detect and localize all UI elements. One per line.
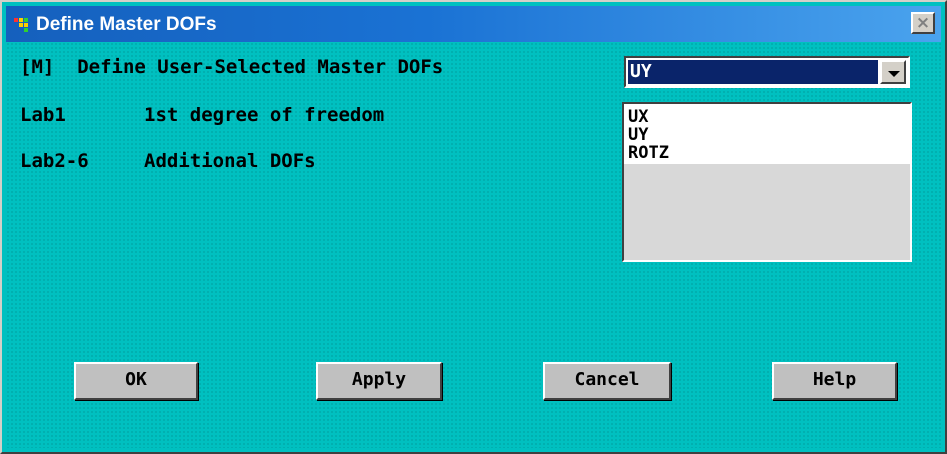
close-button[interactable]: × xyxy=(911,12,935,34)
help-button[interactable]: Help xyxy=(772,362,897,400)
title-bar[interactable]: Define Master DOFs × xyxy=(6,6,941,42)
lab1-dropdown[interactable]: UY xyxy=(624,56,910,88)
lab2-description: Additional DOFs xyxy=(144,150,316,172)
ansys-app-icon xyxy=(14,16,32,32)
close-icon: × xyxy=(915,13,931,33)
lab1-label: Lab1 xyxy=(20,104,66,126)
additional-dofs-listbox[interactable]: UX UY ROTZ xyxy=(622,102,912,262)
lab2-label: Lab2-6 xyxy=(20,150,89,172)
chevron-down-icon[interactable] xyxy=(880,60,906,84)
dialog-title: Define Master DOFs xyxy=(36,14,217,35)
define-master-dofs-dialog: Define Master DOFs × [M] Define User-Sel… xyxy=(0,0,947,454)
cancel-button[interactable]: Cancel xyxy=(543,362,671,400)
lab1-selected-value[interactable]: UY xyxy=(628,60,878,84)
listbox-items: UX UY ROTZ xyxy=(624,104,910,164)
lab1-description: 1st degree of freedom xyxy=(144,104,385,126)
apply-button[interactable]: Apply xyxy=(316,362,442,400)
list-item[interactable]: UX xyxy=(628,108,906,126)
ok-button[interactable]: OK xyxy=(74,362,198,400)
dialog-heading: [M] Define User-Selected Master DOFs xyxy=(20,56,444,78)
list-item[interactable]: UY xyxy=(628,126,906,144)
list-item[interactable]: ROTZ xyxy=(628,144,906,162)
